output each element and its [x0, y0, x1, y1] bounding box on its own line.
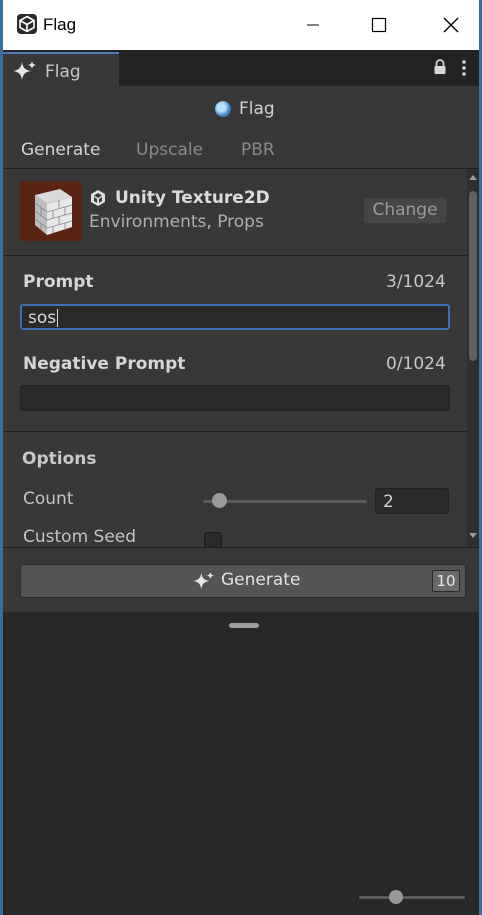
close-button[interactable]: [433, 8, 469, 42]
section-divider: [3, 431, 467, 432]
maximize-button[interactable]: [361, 8, 397, 42]
unity-logo-icon: [17, 14, 37, 34]
vertical-scrollbar[interactable]: [467, 169, 479, 547]
tab-strip: Flag: [3, 50, 479, 86]
model-selector: Unity Texture2D Environments, Props Chan…: [3, 169, 467, 256]
flag-status-icon: [215, 101, 231, 117]
count-field[interactable]: 2: [375, 488, 449, 514]
editor-window: Flag Flag Flag Generate Upscale PBR Unit…: [3, 0, 479, 915]
title-bar[interactable]: Flag: [3, 0, 479, 50]
scrollbar-thumb[interactable]: [469, 191, 477, 361]
generate-button[interactable]: Generate 10: [20, 564, 466, 598]
kebab-menu-icon[interactable]: [461, 59, 467, 77]
tab-generate[interactable]: Generate: [21, 140, 100, 160]
generate-cost-badge: 10: [432, 570, 460, 592]
model-thumbnail: [20, 181, 82, 241]
tab-flag[interactable]: Flag: [3, 52, 119, 86]
lock-icon[interactable]: [433, 59, 447, 75]
maximize-icon: [371, 17, 387, 33]
results-area: [3, 612, 479, 915]
flag-panel: Flag Generate Upscale PBR Unity Texture2…: [3, 86, 479, 915]
prompt-label: Prompt: [23, 272, 94, 292]
options-title: Options: [22, 449, 97, 469]
unity-cube-icon: [91, 190, 105, 206]
negative-prompt-counter: 0/1024: [386, 354, 446, 374]
scroll-down-arrow-icon[interactable]: [469, 533, 477, 538]
thumbnail-size-slider-track[interactable]: [359, 896, 465, 899]
custom-seed-label: Custom Seed: [23, 527, 137, 547]
custom-seed-checkbox[interactable]: [204, 532, 222, 547]
panel-header-label: Flag: [239, 99, 275, 119]
text-caret: [57, 309, 59, 327]
model-tags: Environments, Props: [89, 212, 264, 232]
close-icon: [443, 17, 459, 33]
prompt-value: sos: [28, 308, 57, 328]
scroll-up-arrow-icon[interactable]: [469, 175, 477, 180]
negative-prompt-input[interactable]: [20, 385, 450, 411]
sparkle-icon: [13, 61, 36, 80]
tab-label: Flag: [45, 62, 81, 82]
settings-scroll-area: Unity Texture2D Environments, Props Chan…: [3, 169, 479, 547]
thumbnail-size-slider-handle[interactable]: [389, 890, 403, 904]
count-slider-handle[interactable]: [211, 493, 227, 508]
model-name: Unity Texture2D: [115, 188, 270, 208]
tab-upscale[interactable]: Upscale: [136, 140, 203, 160]
generate-label: Generate: [221, 570, 301, 590]
generate-bar: Generate 10: [3, 547, 479, 613]
count-slider-track[interactable]: [203, 500, 367, 503]
prompt-counter: 3/1024: [386, 272, 446, 292]
mode-tabs: Generate Upscale PBR: [3, 132, 479, 169]
panel-header: Flag: [3, 86, 479, 132]
minimize-icon: [307, 24, 319, 26]
tab-pbr[interactable]: PBR: [241, 140, 275, 160]
prompt-input[interactable]: sos: [20, 304, 450, 330]
count-label: Count: [23, 489, 74, 509]
window-title: Flag: [43, 15, 77, 34]
minimize-button[interactable]: [295, 8, 331, 42]
resize-handle[interactable]: [229, 623, 259, 628]
sparkle-icon: [193, 571, 214, 590]
negative-prompt-label: Negative Prompt: [23, 354, 186, 374]
change-model-button[interactable]: Change: [363, 197, 447, 224]
